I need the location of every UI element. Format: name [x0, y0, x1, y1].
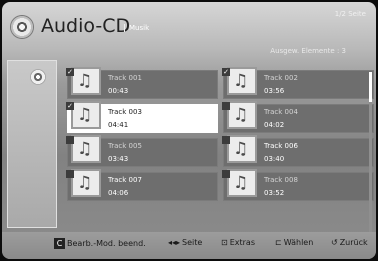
track-duration: 03:56: [264, 87, 285, 95]
track-name: Track 005: [108, 142, 142, 150]
selected-count: Ausgew. Elemente : 3: [270, 47, 346, 55]
track-item[interactable]: ♫ ✓ Track 002 03:56: [222, 67, 374, 99]
music-note-icon: ♫: [227, 169, 257, 197]
extras-label: Extras: [229, 238, 255, 247]
track-item[interactable]: ♫ Track 004 04:02: [222, 101, 374, 133]
checkbox-icon[interactable]: [222, 136, 230, 144]
track-item[interactable]: ♫ Track 006 03:40: [222, 135, 374, 167]
music-note-icon: ♫: [71, 67, 101, 95]
select-button[interactable]: ⊏ Wählen: [275, 238, 313, 247]
page-indicator: 1/2 Seite: [334, 10, 366, 18]
c-key-icon: C: [54, 238, 65, 249]
checkbox-checked-icon[interactable]: ✓: [66, 68, 74, 76]
music-note-icon: ♫: [71, 169, 101, 197]
track-item[interactable]: ♫ ✓ Track 001 00:43: [66, 67, 218, 99]
track-duration: 03:43: [108, 155, 129, 163]
track-item[interactable]: ♫ Track 007 04:06: [66, 169, 218, 201]
track-name: Track 006: [264, 142, 298, 150]
track-duration: 03:52: [264, 189, 285, 197]
skip-arrows-icon: ◂◂▸: [168, 238, 181, 247]
enter-icon: ⊏: [275, 238, 282, 247]
audio-cd-screen: Audio-CD Musik 1/2 Seite Ausgew. Element…: [2, 2, 376, 259]
music-note-icon: ♫: [227, 67, 257, 95]
page-subtitle: Musik: [124, 24, 149, 32]
checkbox-checked-icon[interactable]: ✓: [66, 102, 74, 110]
checkbox-icon[interactable]: [222, 102, 230, 110]
checkbox-icon[interactable]: [66, 170, 74, 178]
track-item[interactable]: ♫ Track 005 03:43: [66, 135, 218, 167]
scrollbar-thumb[interactable]: [369, 72, 372, 102]
music-note-icon: ♫: [227, 101, 257, 129]
select-label: Wählen: [283, 238, 314, 247]
music-note-icon: ♫: [71, 101, 101, 129]
device-sidebar[interactable]: [7, 60, 57, 228]
checkbox-icon[interactable]: [222, 170, 230, 178]
track-item[interactable]: ♫ Track 008 03:52: [222, 169, 374, 201]
page-button[interactable]: ◂◂▸ Seite: [168, 238, 202, 247]
scrollbar[interactable]: [369, 72, 372, 232]
track-duration: 03:40: [264, 155, 285, 163]
back-button[interactable]: ↺ Zurück: [331, 238, 368, 247]
track-duration: 00:43: [108, 87, 129, 95]
track-name: Track 007: [108, 176, 142, 184]
track-duration: 04:41: [108, 121, 129, 129]
track-name: Track 003: [108, 108, 142, 116]
back-label: Zurück: [339, 238, 368, 247]
track-name: Track 004: [264, 108, 298, 116]
return-icon: ↺: [331, 238, 338, 247]
tools-icon: ⊡: [221, 238, 228, 247]
track-name: Track 008: [264, 176, 298, 184]
page-title: Audio-CD: [41, 15, 131, 37]
cd-disc-icon: [11, 16, 33, 38]
track-duration: 04:06: [108, 189, 129, 197]
track-name: Track 002: [264, 74, 298, 82]
music-note-icon: ♫: [71, 135, 101, 163]
exit-edit-mode-button[interactable]: C Bearb.-Mod. beend.: [54, 238, 146, 249]
page-label: Seite: [182, 238, 203, 247]
track-duration: 04:02: [264, 121, 285, 129]
music-note-icon: ♫: [227, 135, 257, 163]
track-item-selected[interactable]: ♫ ✓ Track 003 04:41: [66, 101, 218, 133]
checkbox-icon[interactable]: [66, 136, 74, 144]
header: Audio-CD Musik 1/2 Seite Ausgew. Element…: [2, 2, 376, 55]
exit-edit-mode-label: Bearb.-Mod. beend.: [67, 239, 146, 248]
footer-bar: C Bearb.-Mod. beend. ◂◂▸ Seite ⊡ Extras ⊏ Wä…: [2, 232, 376, 259]
cd-source-icon: [30, 69, 46, 85]
checkbox-checked-icon[interactable]: ✓: [222, 68, 230, 76]
track-name: Track 001: [108, 74, 142, 82]
extras-button[interactable]: ⊡ Extras: [221, 238, 255, 247]
